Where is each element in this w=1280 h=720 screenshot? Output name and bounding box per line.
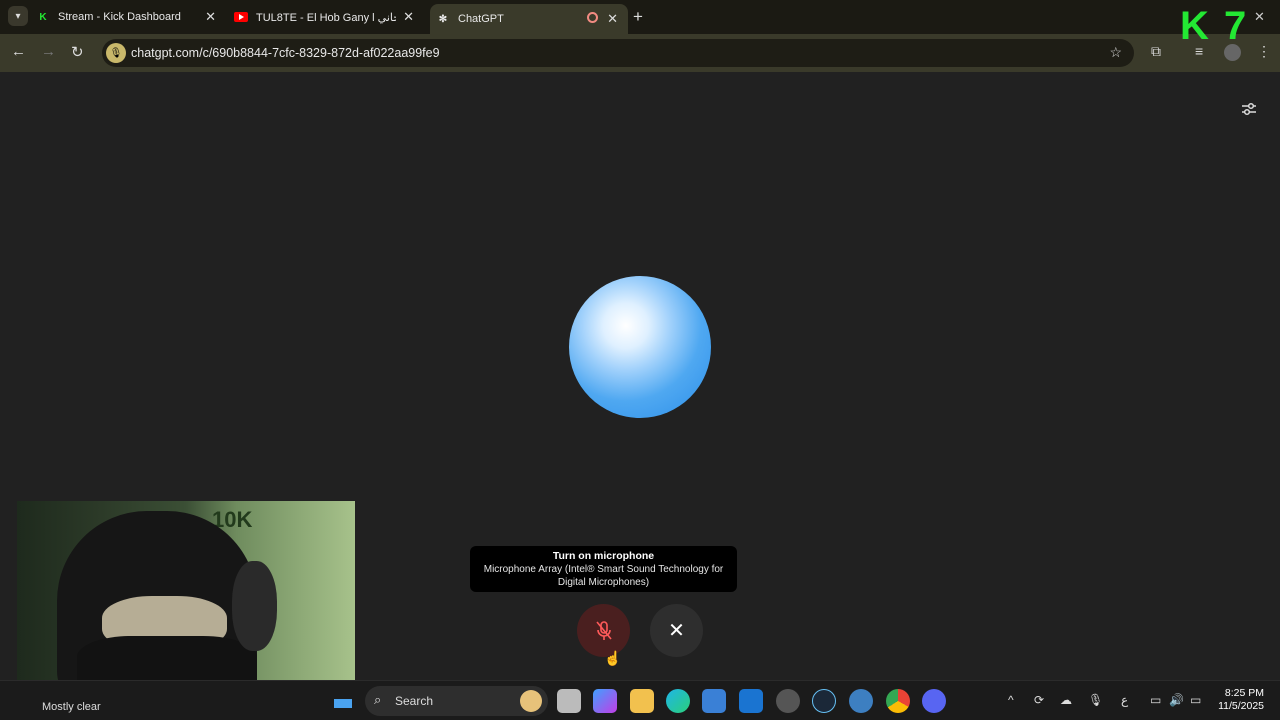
edge-icon[interactable] xyxy=(666,689,690,713)
voice-orb xyxy=(569,276,711,418)
tab-strip: ▾ K Stream - Kick Dashboard ✕ TUL8TE - E… xyxy=(0,0,1280,34)
close-tab-icon[interactable]: ✕ xyxy=(607,11,618,27)
search-icon: ⌕ xyxy=(374,692,382,707)
file-explorer-icon[interactable] xyxy=(630,689,654,713)
discord-icon[interactable] xyxy=(922,689,946,713)
kick-icon: K xyxy=(39,11,47,23)
onedrive-icon[interactable]: ☁ xyxy=(1060,693,1072,707)
url-text: chatgpt.com/c/690b8844-7cfc-8329-872d-af… xyxy=(131,46,440,60)
bookmark-star-icon[interactable]: ☆ xyxy=(1109,44,1122,61)
show-hidden-icons-chevron-icon[interactable]: ^ xyxy=(1008,693,1014,707)
hand-cursor-icon: ☝ xyxy=(604,650,622,666)
chrome-icon[interactable] xyxy=(886,689,910,713)
network-icon[interactable]: ▭ xyxy=(1150,693,1161,707)
back-icon[interactable]: ← xyxy=(11,43,26,60)
window-close-icon[interactable]: ✕ xyxy=(1254,9,1265,25)
volume-icon[interactable]: 🔊 xyxy=(1169,693,1184,707)
taskbar: Mostly clear ⌕ Search ^ ⟳ ☁ 🎙 ع ▭ 🔊 ▭ 8:… xyxy=(0,680,1280,720)
clock[interactable]: 8:25 PM 11/5/2025 xyxy=(1212,687,1264,713)
microsoft-365-icon[interactable] xyxy=(593,689,617,713)
address-bar[interactable]: 🎙 chatgpt.com/c/690b8844-7cfc-8329-872d-… xyxy=(102,39,1134,67)
tab-chatgpt[interactable]: ✻ ChatGPT ✕ xyxy=(430,4,628,34)
obs-icon[interactable] xyxy=(776,689,800,713)
outlook-icon[interactable] xyxy=(739,689,763,713)
microphone-icon[interactable]: 🎙 xyxy=(1088,693,1103,707)
weather-text[interactable]: Mostly clear xyxy=(42,701,101,713)
sync-icon[interactable]: ⟳ xyxy=(1034,693,1044,707)
webcam-overlay: 10K xyxy=(17,501,355,704)
tooltip-title: Turn on microphone xyxy=(552,550,655,562)
tab-title: Stream - Kick Dashboard xyxy=(58,11,181,23)
search-label: Search xyxy=(395,694,434,708)
tab-search-chevron-icon[interactable]: ▾ xyxy=(8,6,28,26)
tab-kick-dashboard[interactable]: K Stream - Kick Dashboard ✕ xyxy=(36,4,226,30)
time-text: 8:25 PM xyxy=(1224,687,1264,699)
language-indicator[interactable]: ع xyxy=(1121,693,1128,707)
recording-icon xyxy=(587,12,598,23)
youtube-icon xyxy=(234,10,248,24)
date-text: 11/5/2025 xyxy=(1218,700,1264,712)
voice-settings-icon[interactable] xyxy=(1241,101,1257,121)
new-tab-button[interactable]: + xyxy=(633,7,643,27)
app-icon[interactable] xyxy=(849,689,873,713)
tooltip-detail: Microphone Array (Intel® Smart Sound Tec… xyxy=(483,564,724,588)
reload-icon[interactable]: ↻ xyxy=(71,43,84,61)
browser-toolbar: ← → ↻ 🎙 chatgpt.com/c/690b8844-7cfc-8329… xyxy=(0,34,1280,72)
taskbar-search[interactable]: ⌕ Search xyxy=(365,686,548,716)
mic-tooltip: Turn on microphone Microphone Array (Int… xyxy=(470,546,737,592)
mic-off-icon xyxy=(595,620,612,640)
store-icon[interactable] xyxy=(702,689,726,713)
start-icon[interactable] xyxy=(334,699,352,708)
close-tab-icon[interactable]: ✕ xyxy=(205,9,216,25)
microphone-permission-icon[interactable]: 🎙 xyxy=(106,43,126,63)
tab-title: ChatGPT xyxy=(458,13,504,25)
end-voice-button[interactable]: ✕ xyxy=(650,604,703,657)
extensions-icon[interactable]: ⧉ xyxy=(1151,43,1161,60)
close-icon: ✕ xyxy=(668,620,685,642)
close-tab-icon[interactable]: ✕ xyxy=(403,9,414,25)
headset xyxy=(232,561,277,651)
stream-overlay-logo: K 7 xyxy=(1180,4,1249,48)
menu-kebab-icon[interactable]: ⋮ xyxy=(1257,43,1271,60)
chatgpt-icon: ✻ xyxy=(438,13,448,25)
tab-title: TUL8TE - El Hob Gany l حب جاني xyxy=(256,11,396,24)
steam-icon[interactable] xyxy=(812,689,836,713)
forward-icon[interactable]: → xyxy=(41,43,56,60)
task-view-icon[interactable] xyxy=(557,689,581,713)
battery-icon[interactable]: ▭ xyxy=(1190,693,1201,707)
search-highlight-icon xyxy=(520,690,542,712)
tab-youtube[interactable]: TUL8TE - El Hob Gany l حب جاني ✕ xyxy=(234,4,424,30)
